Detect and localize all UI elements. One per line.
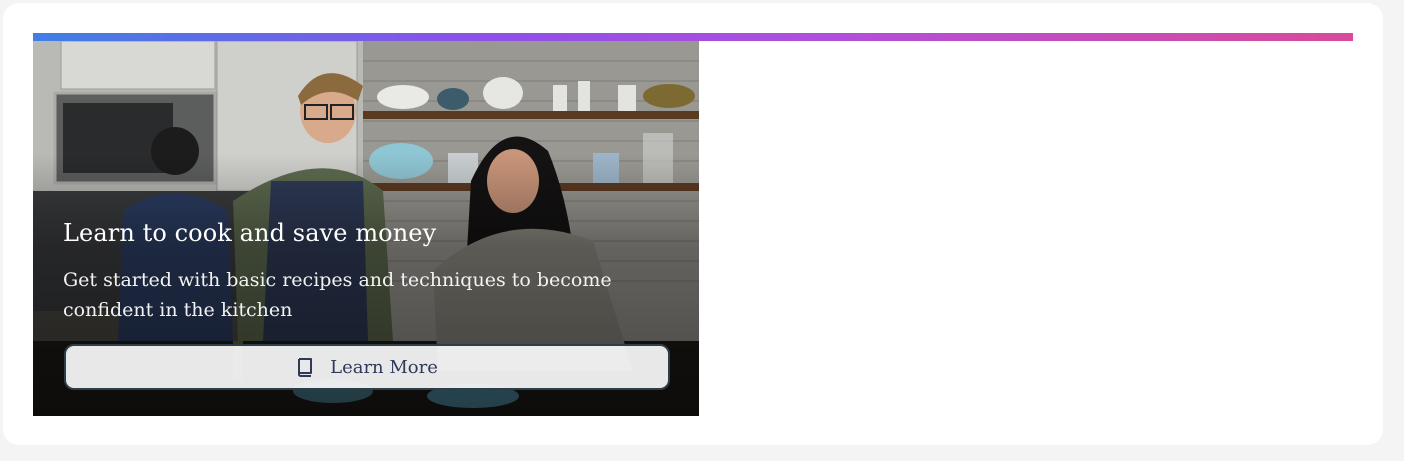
promo-tile[interactable]: Learn to cook and save money Get started… (33, 41, 699, 416)
promo-card-panel: Learn to cook and save money Get started… (3, 3, 1383, 445)
promo-title: Learn to cook and save money (63, 219, 437, 247)
learn-more-label: Learn More (330, 356, 438, 378)
book-icon (298, 358, 313, 377)
gradient-accent-bar (33, 33, 1353, 41)
promo-subtitle: Get started with basic recipes and techn… (63, 269, 612, 321)
learn-more-button[interactable]: Learn More (64, 344, 670, 390)
